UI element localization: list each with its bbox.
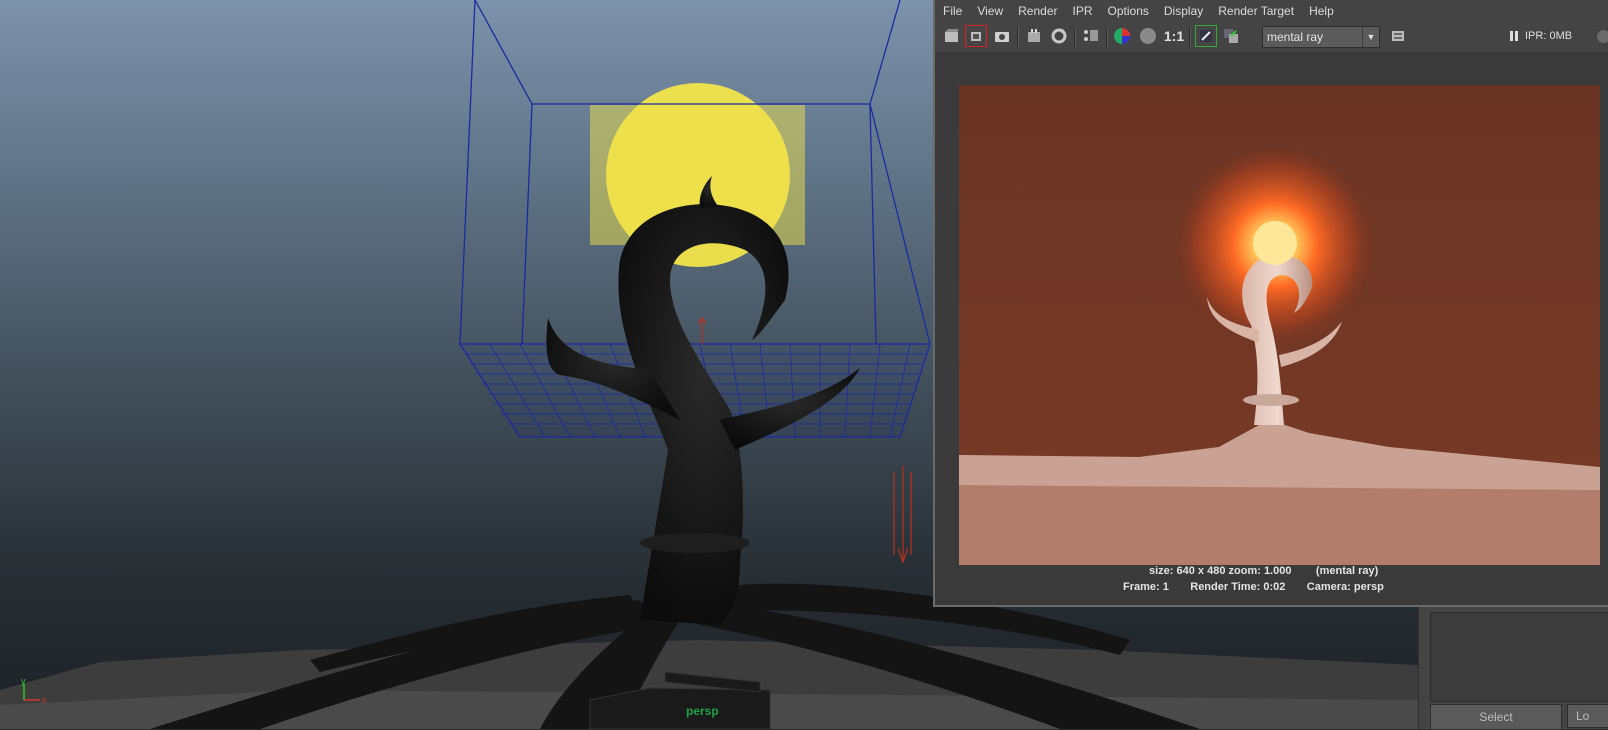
alpha-channel-icon[interactable] bbox=[1137, 25, 1159, 47]
side-panel: Select Lo bbox=[1418, 606, 1608, 730]
render-frame-icon[interactable] bbox=[941, 25, 963, 47]
render-view-menubar: File View Render IPR Options Display Ren… bbox=[935, 0, 1608, 22]
menu-ipr[interactable]: IPR bbox=[1073, 4, 1093, 18]
toolbar-separator bbox=[1106, 27, 1108, 47]
real-size-button[interactable]: 1:1 bbox=[1163, 25, 1185, 47]
render-region-icon[interactable] bbox=[965, 25, 987, 47]
rendered-image bbox=[959, 85, 1600, 565]
menu-render-target[interactable]: Render Target bbox=[1218, 4, 1294, 18]
axis-gizmo: y x bbox=[21, 676, 47, 705]
pause-icon[interactable] bbox=[1509, 30, 1519, 42]
axis-y-label: y bbox=[21, 676, 26, 686]
renderer-value: mental ray bbox=[1267, 30, 1324, 44]
rgb-channels-icon[interactable] bbox=[1111, 25, 1133, 47]
render-view-window[interactable]: File View Render IPR Options Display Ren… bbox=[933, 0, 1608, 607]
rendered-image-scene bbox=[959, 85, 1600, 565]
menu-render[interactable]: Render bbox=[1018, 4, 1057, 18]
axis-x-label: x bbox=[42, 695, 47, 705]
menu-options[interactable]: Options bbox=[1108, 4, 1149, 18]
record-icon[interactable] bbox=[1597, 30, 1608, 43]
menu-display[interactable]: Display bbox=[1164, 4, 1203, 18]
compare-icon[interactable] bbox=[1220, 25, 1242, 47]
load-button[interactable]: Lo bbox=[1567, 704, 1608, 728]
camera-name-label: persp bbox=[686, 704, 719, 718]
ipr-memory-label: IPR: 0MB bbox=[1525, 30, 1573, 42]
toolbar-separator bbox=[1074, 27, 1076, 47]
menu-file[interactable]: File bbox=[943, 4, 962, 18]
status-size-line: size: 640 x 480 zoom: 1.000 (mental ray) bbox=[1149, 565, 1379, 577]
render-status-bar: size: 640 x 480 zoom: 1.000 (mental ray)… bbox=[935, 565, 1608, 605]
select-button[interactable]: Select bbox=[1430, 704, 1562, 730]
display-real-size-icon[interactable] bbox=[1195, 25, 1217, 47]
renderer-dropdown[interactable]: mental ray ▼ bbox=[1262, 26, 1380, 48]
menu-help[interactable]: Help bbox=[1309, 4, 1334, 18]
ipr-render-icon[interactable] bbox=[1023, 25, 1045, 47]
keep-image-icon[interactable] bbox=[1387, 25, 1409, 47]
status-frame-line: Frame: 1 Render Time: 0:02 Camera: persp bbox=[1123, 581, 1384, 593]
refresh-ipr-icon[interactable] bbox=[1048, 25, 1070, 47]
render-view-toolbar: 1:1 mental ray ▼ IPR: 0MB bbox=[935, 22, 1608, 53]
toolbar-separator bbox=[1017, 27, 1019, 47]
snapshot-icon[interactable] bbox=[991, 25, 1013, 47]
render-settings-icon[interactable] bbox=[1080, 25, 1102, 47]
toolbar-separator bbox=[1189, 27, 1191, 47]
menu-view[interactable]: View bbox=[977, 4, 1003, 18]
chevron-down-icon: ▼ bbox=[1362, 27, 1379, 47]
render-image-area[interactable] bbox=[935, 53, 1608, 565]
side-panel-area bbox=[1430, 612, 1608, 702]
